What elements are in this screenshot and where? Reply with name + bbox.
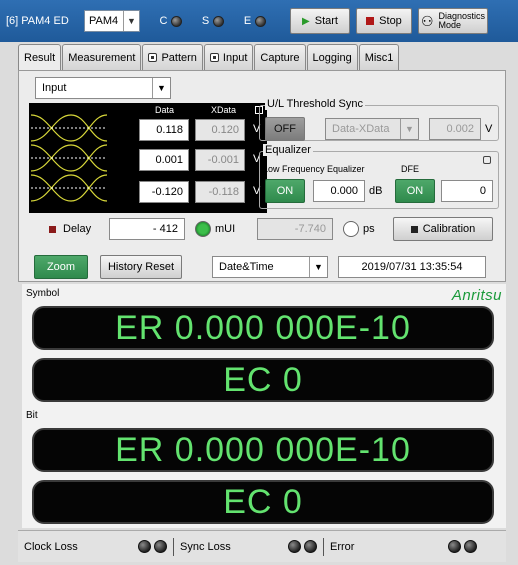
threshold-unit: V	[485, 123, 493, 135]
threshold-offset-field[interactable]: 0.002	[429, 118, 481, 140]
ps-radio[interactable]	[343, 221, 359, 237]
led-s: S	[192, 15, 234, 27]
result-area: Symbol Anritsu ER 0.000 000E-10 EC 0 Bit…	[22, 284, 506, 528]
chevron-down-icon: ▼	[309, 257, 327, 277]
symbol-section-label: Symbol	[26, 288, 60, 299]
dfe-value-field[interactable]: 0	[441, 180, 493, 202]
divider	[173, 537, 174, 556]
mui-radio[interactable]	[195, 221, 211, 237]
status-bar: Clock Loss Sync Loss Error	[18, 530, 506, 562]
timestamp-select[interactable]: Date&Time ▼	[212, 256, 328, 278]
eye-diagram-icon	[30, 114, 108, 202]
start-button[interactable]: ▶ Start	[290, 8, 350, 34]
upper-data-field[interactable]: 0.118	[139, 119, 189, 141]
led-indicator-icon	[255, 15, 267, 27]
title-bar: [6] PAM4 ED PAM4 ▼ C S E ▶ Start Stop ⚇ …	[0, 0, 518, 42]
mode-select-value: PAM4	[89, 15, 119, 27]
led-e-label: E	[243, 15, 252, 27]
led-indicator-icon	[213, 15, 225, 27]
input-select-value: Input	[42, 82, 67, 94]
clock-loss-led-icon	[154, 540, 167, 553]
tab-result[interactable]: Result	[18, 44, 62, 71]
col-xdata-header: XData	[211, 105, 237, 115]
eye-threshold-box: Data XData 0.118 0.120 V 0.001 -0.001 V …	[29, 103, 267, 213]
history-reset-button[interactable]: History Reset	[100, 255, 182, 279]
zoom-button[interactable]: Zoom	[34, 255, 88, 279]
tab-misc1[interactable]: Misc1	[358, 44, 400, 70]
lfe-value-field[interactable]: 0.000	[313, 180, 365, 202]
dfe-label: DFE	[401, 164, 419, 174]
brand-logo: Anritsu	[451, 287, 502, 304]
delay-mui-field[interactable]: - 412	[109, 218, 185, 240]
calibration-icon	[410, 225, 418, 233]
stop-label: Stop	[379, 15, 402, 27]
stop-button[interactable]: Stop	[356, 8, 412, 34]
led-s-label: S	[201, 15, 210, 27]
delay-indicator-icon	[49, 226, 56, 233]
led-c: C	[150, 15, 192, 27]
symbol-er-display: ER 0.000 000E-10	[32, 306, 494, 350]
led-c-label: C	[159, 15, 168, 27]
threshold-sync-mode-select[interactable]: Data-XData ▼	[325, 118, 419, 140]
input-select[interactable]: Input ▼	[35, 77, 171, 99]
tab-input[interactable]: Input	[203, 44, 254, 70]
error-label: Error	[330, 540, 355, 553]
play-icon: ▶	[302, 15, 310, 27]
tab-capture[interactable]: Capture	[254, 44, 306, 70]
ps-unit: ps	[363, 223, 375, 235]
middle-data-field[interactable]: 0.001	[139, 149, 189, 171]
lfe-unit: dB	[369, 185, 383, 197]
led-e: E	[234, 15, 276, 27]
delay-ps-field[interactable]: -7.740	[257, 218, 333, 240]
diagnostics-icon: ⚇	[420, 12, 434, 29]
mui-unit: mUI	[215, 223, 236, 235]
delay-label: Delay	[63, 223, 92, 235]
action-row: Zoom History Reset Date&Time ▼ 2019/07/3…	[0, 248, 518, 282]
threshold-sync-off-button[interactable]: OFF	[265, 117, 305, 141]
bit-section-label: Bit	[26, 410, 38, 421]
sync-loss-led-icon	[288, 540, 301, 553]
tab-bar: Result Measurement Pattern Input Capture…	[18, 44, 400, 71]
module-icon	[209, 53, 219, 62]
chevron-down-icon: ▼	[123, 11, 139, 31]
stop-icon	[366, 17, 375, 25]
clock-loss-label: Clock Loss	[24, 540, 78, 553]
sync-loss-led-icon	[304, 540, 317, 553]
chevron-down-icon: ▼	[400, 119, 418, 139]
bit-ec-display: EC 0	[32, 480, 494, 524]
lower-xdata-field[interactable]: -0.118	[195, 181, 245, 203]
lfe-on-button[interactable]: ON	[265, 179, 305, 203]
symbol-ec-display: EC 0	[32, 358, 494, 402]
led-indicator-icon	[171, 15, 183, 27]
error-led-icon	[464, 540, 477, 553]
tab-logging[interactable]: Logging	[306, 44, 358, 70]
middle-xdata-field[interactable]: -0.001	[195, 149, 245, 171]
lower-data-field[interactable]: -0.120	[139, 181, 189, 203]
datetime-display: 2019/07/31 13:35:54	[338, 256, 486, 278]
sync-loss-label: Sync Loss	[180, 540, 231, 553]
lfe-label: Low Frequency Equalizer	[263, 164, 365, 174]
mode-select[interactable]: PAM4 ▼	[84, 10, 140, 32]
col-data-header: Data	[155, 105, 175, 115]
divider	[323, 537, 324, 556]
dfe-on-button[interactable]: ON	[395, 179, 435, 203]
tab-pattern[interactable]: Pattern	[142, 44, 203, 70]
diagnostics-mode-button[interactable]: ⚇ Diagnostics Mode	[418, 8, 488, 34]
equalizer-label: Equalizer	[263, 144, 313, 156]
chevron-down-icon: ▼	[152, 78, 170, 98]
expand-icon[interactable]	[483, 156, 491, 164]
threshold-sync-label: U/L Threshold Sync	[265, 98, 365, 110]
module-icon	[148, 53, 158, 62]
window-title: [6] PAM4 ED	[6, 15, 69, 27]
clock-loss-led-icon	[138, 540, 151, 553]
upper-xdata-field[interactable]: 0.120	[195, 119, 245, 141]
bit-er-display: ER 0.000 000E-10	[32, 428, 494, 472]
diag-line2: Mode	[438, 20, 462, 30]
error-led-icon	[448, 540, 461, 553]
tab-measurement[interactable]: Measurement	[62, 44, 142, 70]
start-label: Start	[314, 15, 338, 27]
calibration-button[interactable]: Calibration	[393, 217, 493, 241]
